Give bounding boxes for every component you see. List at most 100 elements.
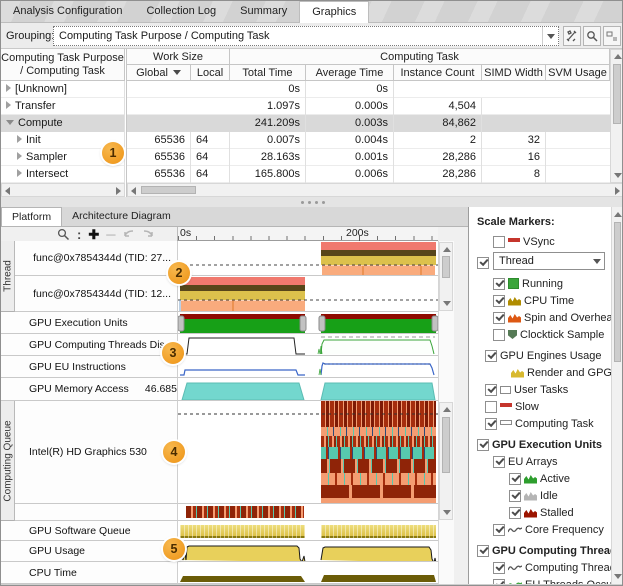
search-button[interactable] xyxy=(583,26,601,46)
zoom-in-button[interactable]: ✚ xyxy=(88,228,99,241)
legend-item-gpu-engines-usage[interactable]: GPU Engines Usage xyxy=(485,347,602,364)
cpu-time-chart[interactable] xyxy=(177,562,438,584)
checkbox-icon[interactable] xyxy=(485,384,497,396)
cell-average-time[interactable]: 0.000s xyxy=(306,98,394,115)
row-label-gpu-eu-instructions[interactable]: GPU EU Instructions xyxy=(1,356,177,378)
cell-global[interactable]: 65536 xyxy=(127,166,191,183)
cell-total-time[interactable]: 165.800s xyxy=(230,166,306,183)
cell-local[interactable]: 64 xyxy=(191,166,230,183)
table-vertical-scrollbar[interactable] xyxy=(610,49,623,183)
column-header-local[interactable]: Local xyxy=(191,65,230,81)
gpu-usage-chart[interactable] xyxy=(177,541,438,562)
gpu-execution-units-chart[interactable] xyxy=(177,312,438,334)
row-label-queue-extra[interactable] xyxy=(15,504,177,521)
cell-instance-count[interactable]: 4,504 xyxy=(394,98,482,115)
pane-layout-button[interactable] xyxy=(603,26,621,46)
queue-secondary-chart[interactable] xyxy=(177,504,438,521)
row-label-cpu-time[interactable]: CPU Time xyxy=(1,562,177,584)
tab-collection-log[interactable]: Collection Log xyxy=(134,1,228,22)
undo-zoom-icon[interactable] xyxy=(122,229,135,240)
gpu-memory-access-chart[interactable] xyxy=(177,378,438,401)
legend-scrollbar[interactable] xyxy=(611,207,623,584)
redo-zoom-icon[interactable] xyxy=(142,229,155,240)
legend-item-computing-task[interactable]: Computing Task xyxy=(485,415,594,432)
legend-item-eu-arrays[interactable]: EU Arrays xyxy=(493,453,558,470)
legend-item-clocktick-sample[interactable]: Clocktick Sample xyxy=(493,326,604,343)
thread-group-combobox[interactable]: Thread xyxy=(493,252,605,270)
cell-total-time[interactable]: 241.209s xyxy=(230,115,306,132)
row-name-compute[interactable]: Compute xyxy=(1,115,125,132)
legend-item-render-gpgpu[interactable]: Render and GPG... xyxy=(511,364,621,381)
cell-global[interactable]: 65536 xyxy=(127,149,191,166)
column-header-total-time[interactable]: Total Time xyxy=(230,65,306,81)
cell-simd-width[interactable]: 8 xyxy=(482,166,546,183)
checkbox-icon[interactable] xyxy=(477,257,489,269)
row-label-intel-hd-graphics[interactable]: Intel(R) HD Graphics 530 xyxy=(15,401,177,504)
thread-section-scrollbar[interactable] xyxy=(439,242,453,311)
checkbox-icon[interactable] xyxy=(493,278,505,290)
legend-item-core-frequency[interactable]: Core Frequency xyxy=(493,521,604,538)
cell-total-time[interactable]: 1.097s xyxy=(230,98,306,115)
cell-simd-width[interactable]: 16 xyxy=(482,149,546,166)
cell-average-time[interactable]: 0.001s xyxy=(306,149,394,166)
cell-local[interactable]: 64 xyxy=(191,132,230,149)
cell-instance-count[interactable]: 84,862 xyxy=(394,115,482,132)
checkbox-icon[interactable] xyxy=(493,312,505,324)
column-header-task-purpose[interactable]: Computing Task Purpose / Computing Task xyxy=(1,49,125,81)
column-header-instance-count[interactable]: Instance Count xyxy=(394,65,482,81)
row-label-gpu-software-queue[interactable]: GPU Software Queue xyxy=(1,521,177,541)
gpu-software-queue-chart[interactable] xyxy=(177,521,438,541)
checkbox-icon[interactable] xyxy=(509,507,521,519)
cell-simd-width[interactable]: 32 xyxy=(482,132,546,149)
row-label-gpu-computing-threads[interactable]: GPU Computing Threads Dis... xyxy=(1,334,177,356)
legend-item-gpu-execution-units[interactable]: GPU Execution Units xyxy=(477,436,602,453)
cell-average-time[interactable]: 0s xyxy=(306,81,394,98)
tab-analysis-configuration[interactable]: Analysis Configuration xyxy=(1,1,134,22)
cell-total-time[interactable]: 28.163s xyxy=(230,149,306,166)
pane-splitter[interactable] xyxy=(1,197,623,207)
column-header-global[interactable]: Global xyxy=(127,65,191,81)
gpu-computing-threads-chart[interactable] xyxy=(177,334,438,356)
legend-item-spin-overhead[interactable]: Spin and Overhead... xyxy=(493,309,623,326)
table-horizontal-scrollbar[interactable] xyxy=(127,183,623,197)
checkbox-icon[interactable] xyxy=(493,562,505,574)
tab-graphics[interactable]: Graphics xyxy=(299,1,369,23)
cell-global[interactable]: 65536 xyxy=(127,132,191,149)
checkbox-icon[interactable] xyxy=(493,524,505,536)
legend-item-idle[interactable]: Idle xyxy=(509,487,558,504)
legend-item-gpu-computing-threads[interactable]: GPU Computing Thread... xyxy=(477,542,623,559)
column-header-svm-usage[interactable]: SVM Usage xyxy=(546,65,610,81)
row-name-intersect[interactable]: Intersect xyxy=(1,166,125,183)
legend-item-computing-thread[interactable]: Computing Thread... xyxy=(493,559,623,576)
checkbox-icon[interactable] xyxy=(493,579,505,585)
row-label-gpu-execution-units[interactable]: GPU Execution Units xyxy=(1,312,177,334)
row-label-gpu-memory-access[interactable]: GPU Memory Access 46.685 xyxy=(1,378,177,401)
timeline-ruler[interactable]: 0s 200s xyxy=(177,227,438,241)
checkbox-icon[interactable] xyxy=(485,418,497,430)
checkbox-icon[interactable] xyxy=(477,439,489,451)
row-name-unknown[interactable]: [Unknown] xyxy=(1,81,125,98)
row-name-transfer[interactable]: Transfer xyxy=(1,98,125,115)
intel-hd-graphics-queue-chart[interactable] xyxy=(177,401,438,504)
row-label-gpu-usage[interactable]: GPU Usage xyxy=(1,541,177,562)
legend-item-cpu-time[interactable]: CPU Time xyxy=(493,292,574,309)
zoom-magnifier-icon[interactable] xyxy=(57,228,70,241)
checkbox-icon[interactable] xyxy=(493,236,505,248)
checkbox-icon[interactable] xyxy=(485,401,497,413)
legend-item-thread-group[interactable] xyxy=(477,254,489,271)
legend-item-active[interactable]: Active xyxy=(509,470,570,487)
thread-12-chart[interactable] xyxy=(177,276,438,312)
cell-total-time[interactable]: 0s xyxy=(230,81,306,98)
frozen-column-hscrollbar[interactable] xyxy=(1,183,125,197)
legend-item-user-tasks[interactable]: User Tasks xyxy=(485,381,568,398)
chevron-down-icon[interactable] xyxy=(590,259,604,264)
cell-average-time[interactable]: 0.004s xyxy=(306,132,394,149)
tab-platform[interactable]: Platform xyxy=(1,207,62,226)
checkbox-icon[interactable] xyxy=(509,490,521,502)
customize-grouping-button[interactable] xyxy=(563,26,581,46)
checkbox-icon[interactable] xyxy=(509,473,521,485)
tab-architecture-diagram[interactable]: Architecture Diagram xyxy=(62,207,181,226)
queue-section-scrollbar[interactable] xyxy=(439,402,453,520)
cell-instance-count[interactable]: 28,286 xyxy=(394,149,482,166)
cell-instance-count[interactable]: 2 xyxy=(394,132,482,149)
